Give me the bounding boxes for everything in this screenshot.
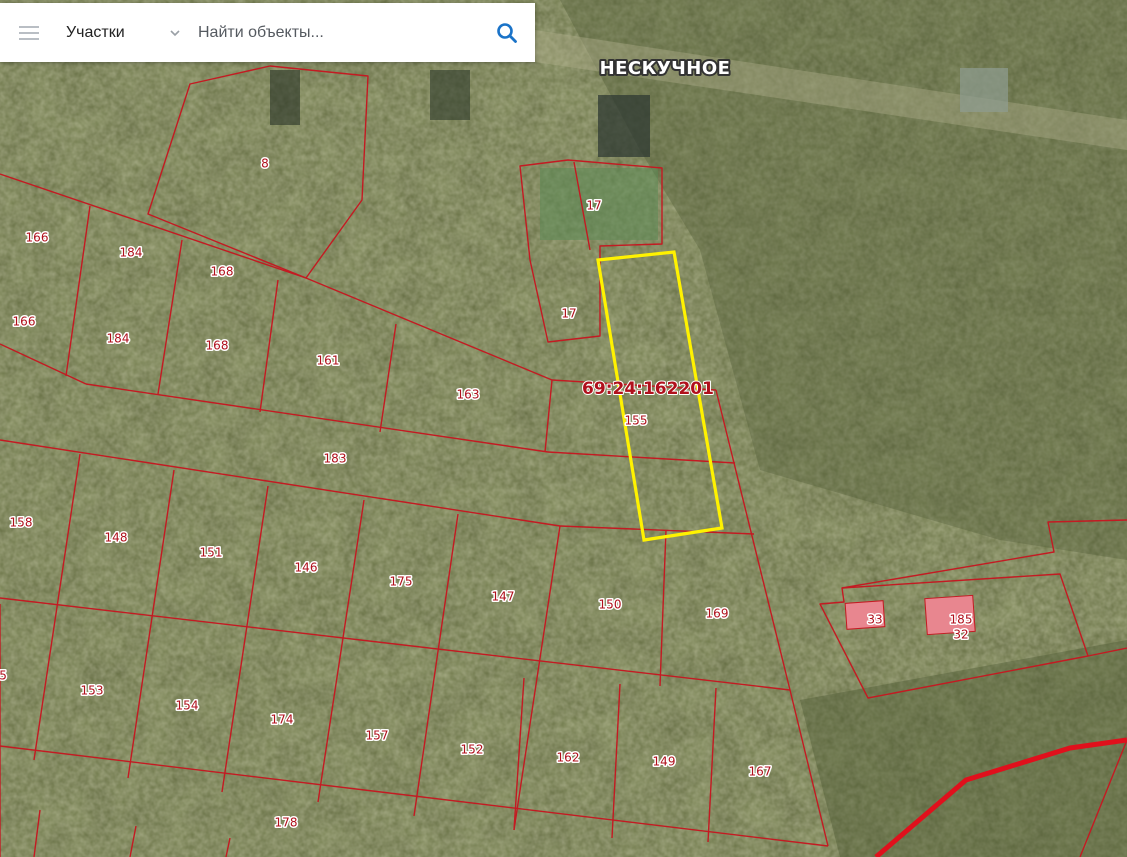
parcel-label: 178 [275, 816, 298, 830]
parcel-label: 151 [200, 546, 223, 560]
parcel-label: 183 [324, 452, 347, 466]
parcel-label: 154 [176, 699, 199, 713]
map-canvas[interactable]: 8 17 17 166 184 168 166 184 168 161 163 … [0, 0, 1127, 857]
parcel-label: 166 [26, 231, 49, 245]
parcel-label: 153 [81, 684, 104, 698]
parcel-label: 5 [0, 669, 7, 683]
parcel-label: 149 [653, 755, 676, 769]
parcel-label: 168 [211, 265, 234, 279]
map-view[interactable]: 8 17 17 166 184 168 166 184 168 161 163 … [0, 0, 1127, 857]
parcel-label: 8 [261, 157, 269, 171]
cadastral-number-label: 69:24:162201 [582, 379, 714, 399]
parcel-label: 146 [295, 561, 318, 575]
parcel-label: 166 [13, 315, 36, 329]
search-icon [497, 22, 517, 43]
parcel-label: 17 [586, 199, 601, 213]
layer-type-select[interactable]: Участки [58, 3, 184, 62]
parcel-label: 33 [867, 613, 882, 627]
place-name-label: НЕСКУЧНОЕ [600, 58, 731, 79]
parcel-label: 184 [107, 332, 130, 346]
parcel-label: 32 [953, 628, 968, 642]
parcel-label: 167 [749, 765, 772, 779]
parcel-label: 148 [105, 531, 128, 545]
search-panel: Участки [0, 3, 535, 62]
parcel-label: 168 [206, 339, 229, 353]
hamburger-icon [19, 25, 39, 40]
parcel-label: 185 [950, 613, 973, 627]
parcel-label: 184 [120, 246, 143, 260]
search-button[interactable] [479, 3, 535, 62]
parcel-label: 150 [599, 598, 622, 612]
parcel-label: 152 [461, 743, 484, 757]
satellite-imagery [0, 0, 1127, 857]
search-input[interactable] [184, 12, 479, 53]
parcel-label: 147 [492, 590, 515, 604]
parcel-label: 169 [706, 607, 729, 621]
parcel-label: 158 [10, 516, 33, 530]
layer-type-label: Участки [66, 23, 125, 41]
parcel-label: 157 [366, 729, 389, 743]
parcel-label: 155 [625, 414, 648, 428]
parcel-label: 163 [457, 388, 480, 402]
parcel-label: 175 [390, 575, 413, 589]
parcel-label: 161 [317, 354, 340, 368]
parcel-label: 17 [561, 307, 576, 321]
parcel-label: 174 [271, 713, 294, 727]
chevron-down-icon [170, 29, 180, 36]
menu-button[interactable] [0, 3, 58, 62]
parcel-label: 162 [557, 751, 580, 765]
